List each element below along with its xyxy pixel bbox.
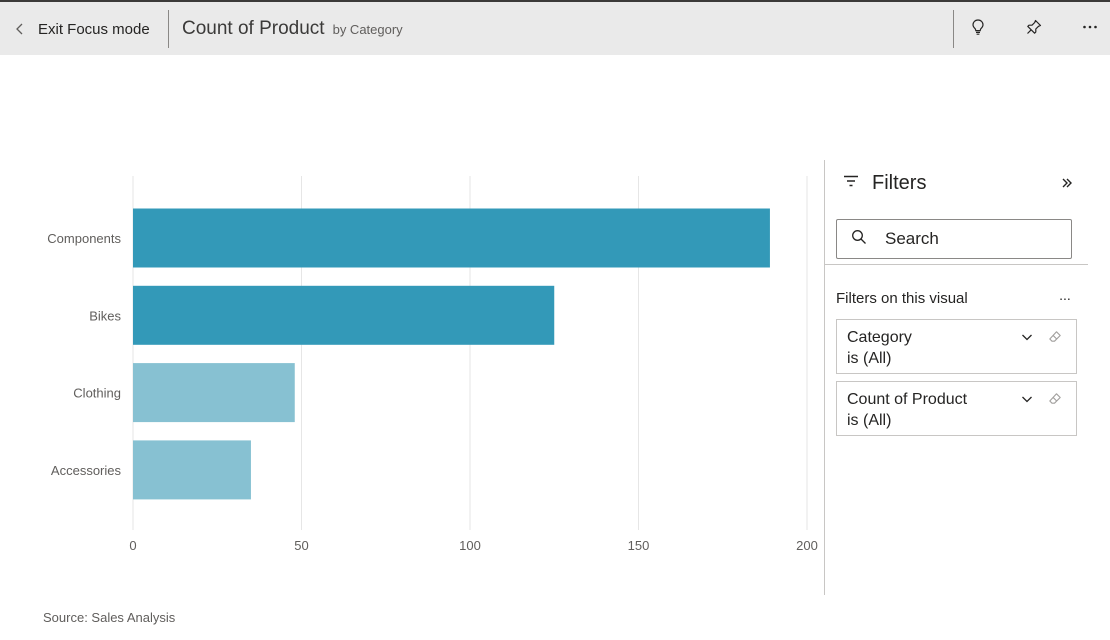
lightbulb-icon [969,18,987,41]
filter-card-category[interactable]: Category is (All) [836,319,1077,374]
bar [133,440,251,500]
x-tick-label: 0 [129,538,136,553]
bar-chart: 0 50 100 150 200 Components Bikes Clothing Acces… [0,160,824,560]
chevron-down-icon[interactable] [1019,329,1035,345]
exit-focus-mode-button[interactable]: Exit Focus mode [12,12,150,46]
eraser-icon[interactable] [1047,391,1063,407]
filters-search-box[interactable] [836,219,1072,259]
header-divider [168,10,169,48]
exit-focus-mode-label: Exit Focus mode [38,20,150,38]
filters-section-more-button[interactable]: ... [1054,286,1076,304]
source-note: Source: Sales Analysis [43,610,176,625]
filters-on-visual-label: Filters on this visual [836,290,968,307]
x-tick-label: 50 [294,538,308,553]
more-options-icon [1081,18,1099,41]
visual-title-subtitle: by Category [332,22,403,37]
search-icon [851,229,867,250]
more-options-button[interactable] [1075,14,1105,44]
category-label: Bikes [89,308,121,323]
filters-pane-title: Filters [872,172,927,194]
filter-funnel-icon [842,172,860,195]
category-label: Accessories [51,463,122,478]
filters-search-input[interactable] [885,229,1055,249]
filter-card-state: is (All) [847,350,892,367]
bar [133,363,295,423]
category-label: Clothing [73,386,121,401]
x-tick-label: 100 [459,538,481,553]
filter-card-name: Category [847,329,912,346]
visual-title: Count of Product by Category [182,18,403,40]
x-tick-label: 200 [796,538,818,553]
toolbar-divider [953,10,954,48]
double-chevron-right-icon [1060,176,1074,195]
filters-pane-divider [824,160,825,595]
filters-pane-header: Filters [842,172,926,195]
filter-card-name: Count of Product [847,391,968,408]
chevron-left-icon [12,21,28,37]
eraser-icon[interactable] [1047,329,1063,345]
filters-pane-separator [825,264,1088,265]
collapse-filters-button[interactable] [1056,174,1078,196]
pin-icon [1025,18,1043,41]
x-tick-label: 150 [628,538,650,553]
bar-chart-svg: 0 50 100 150 200 Components Bikes Clothing Acces… [47,176,818,553]
filter-card-count-of-product[interactable]: Count of Product is (All) [836,381,1077,436]
pin-visual-button[interactable] [1019,14,1049,44]
bar [133,285,555,345]
bar [133,208,770,268]
focus-mode-header: Exit Focus mode Count of Product by Cate… [0,0,1110,55]
visual-title-main: Count of Product [182,18,325,39]
insights-button[interactable] [963,14,993,44]
filter-card-state: is (All) [847,412,892,429]
category-label: Components [47,231,121,246]
chevron-down-icon[interactable] [1019,391,1035,407]
